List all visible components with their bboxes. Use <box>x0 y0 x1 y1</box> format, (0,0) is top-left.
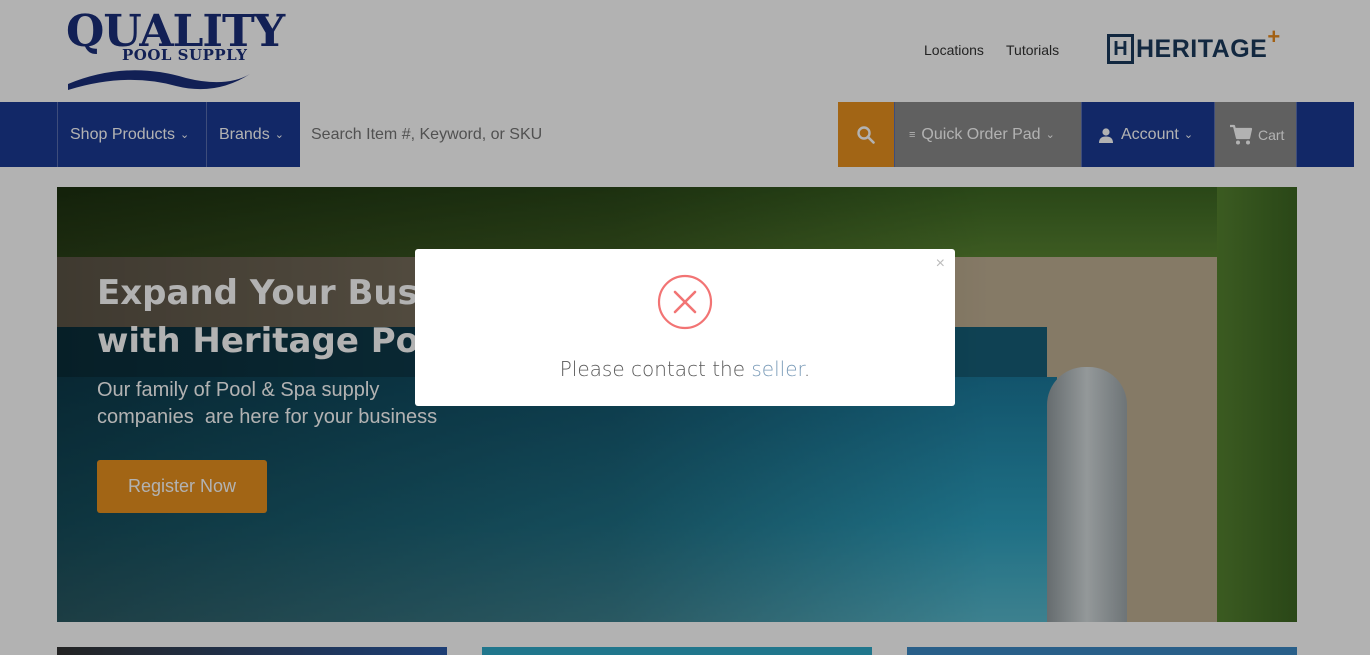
error-x-icon <box>657 274 713 330</box>
error-message-suffix: . <box>803 357 811 381</box>
close-icon[interactable]: × <box>936 255 945 273</box>
error-message: Please contact the seller. <box>415 357 955 381</box>
error-message-prefix: Please contact the <box>559 357 752 381</box>
seller-link[interactable]: seller <box>751 357 804 381</box>
error-dialog: × Please contact the seller. <box>415 249 955 406</box>
